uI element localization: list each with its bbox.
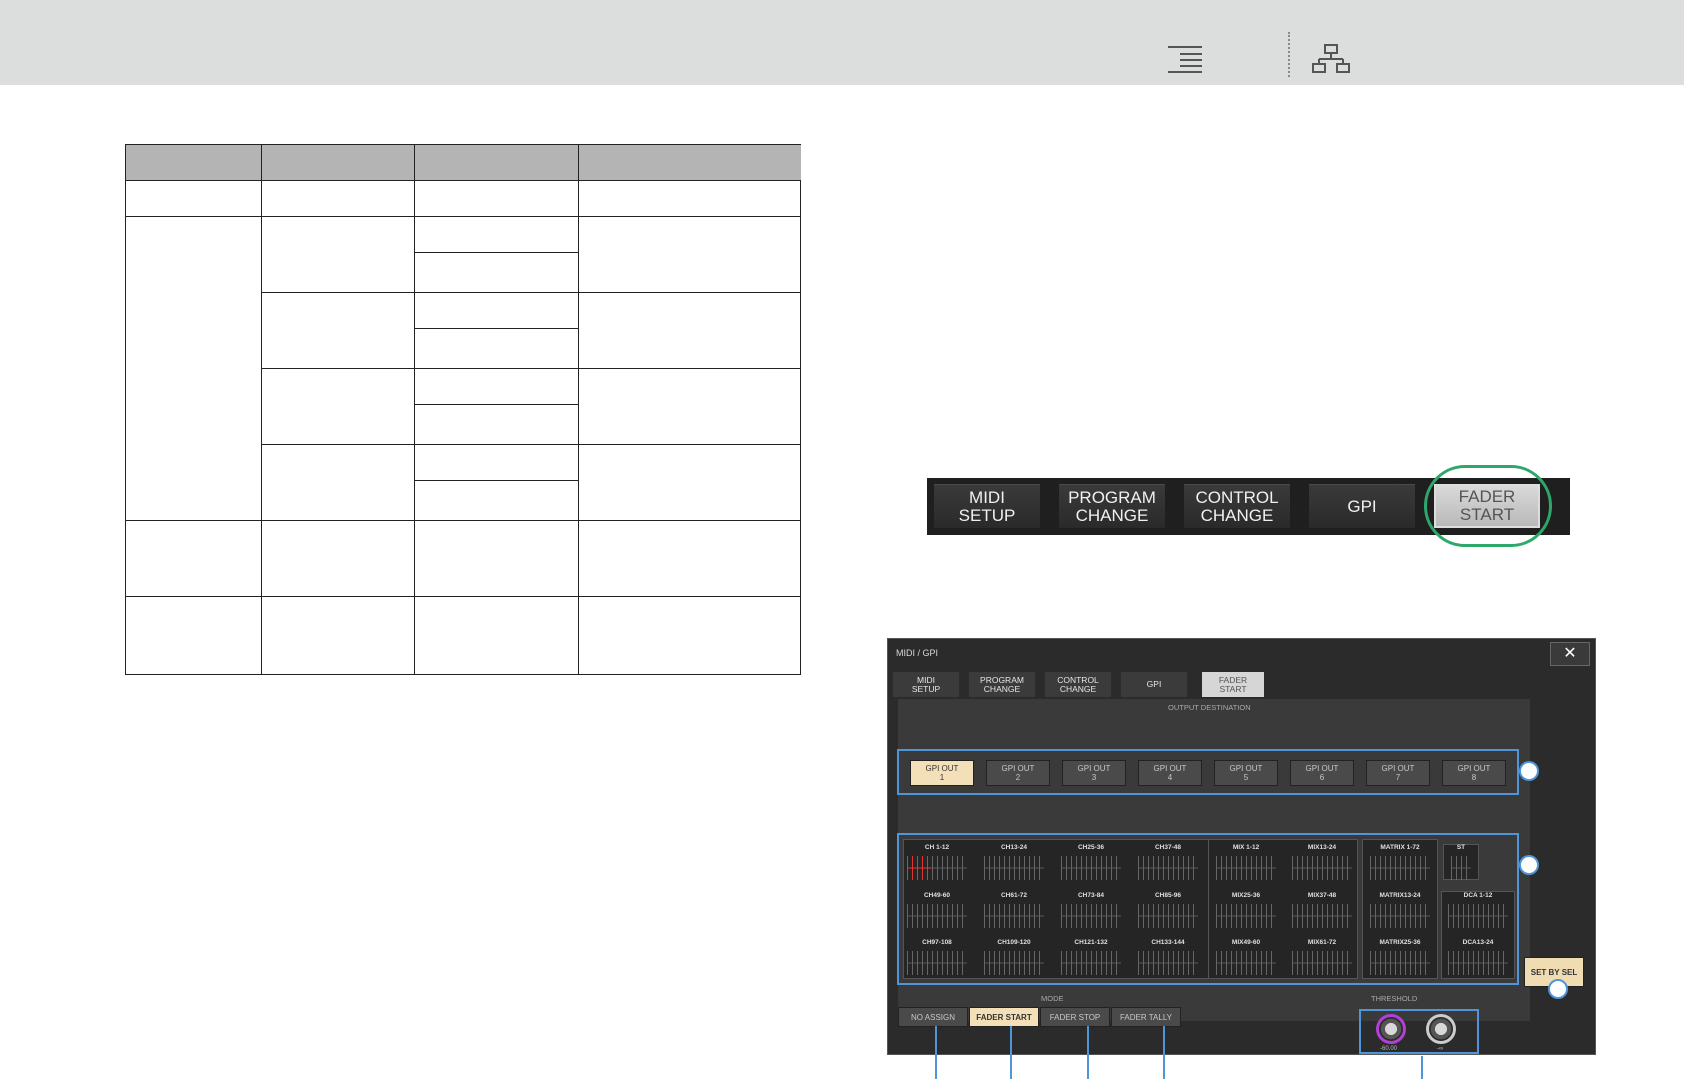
table-cell: [415, 217, 579, 253]
table-header-cell: [126, 145, 262, 181]
tab-program-change[interactable]: PROGRAM CHANGE: [1059, 484, 1165, 528]
table-cell: [262, 369, 415, 445]
callout-line-threshold: [1421, 1056, 1423, 1079]
mode-label: MODE: [1041, 994, 1064, 1003]
table-cell: [415, 369, 579, 405]
midi-gpi-window: MIDI / GPI ✕ MIDI SETUP PROGRAM CHANGE C…: [887, 638, 1596, 1055]
table-cell: [126, 597, 262, 674]
table-cell: [579, 217, 801, 293]
parameter-table: [125, 144, 801, 675]
table-cell: [262, 521, 415, 597]
tab-control-change[interactable]: CONTROL CHANGE: [1045, 672, 1111, 697]
tab-gpi[interactable]: GPI: [1121, 672, 1187, 697]
callout-channel-select: [1519, 855, 1539, 875]
channel-select-callout-frame: [897, 833, 1519, 985]
fader-stop-button[interactable]: FADER STOP: [1040, 1007, 1110, 1027]
table-cell: [579, 521, 801, 597]
table-cell: [415, 597, 579, 674]
table-cell: [415, 329, 579, 369]
callout-set-by-sel: [1548, 979, 1568, 999]
table-cell: [415, 521, 579, 597]
tab-fader-start[interactable]: FADER START: [1202, 672, 1264, 697]
table-cell: [262, 217, 415, 293]
threshold-label: THRESHOLD: [1371, 994, 1418, 1003]
table-header-cell: [415, 145, 579, 181]
tab-control-change[interactable]: CONTROL CHANGE: [1184, 484, 1290, 528]
callout-line-no-assign: [935, 1026, 937, 1079]
threshold-value-2: -∞: [1437, 1046, 1444, 1052]
callout-line-fader-tally: [1163, 1026, 1165, 1079]
window-title: MIDI / GPI: [896, 648, 939, 658]
tab-midi-setup[interactable]: MIDI SETUP: [893, 672, 959, 697]
tab-gpi[interactable]: GPI: [1309, 484, 1415, 528]
table-cell: [262, 445, 415, 521]
table-cell: [415, 181, 579, 217]
header-divider: [1288, 32, 1290, 77]
callout-line-fader-stop: [1087, 1026, 1089, 1079]
output-destination-label: OUTPUT DESTINATION: [1168, 703, 1251, 712]
table-cell: [126, 217, 262, 521]
table-header-cell: [579, 145, 801, 181]
table-cell: [126, 521, 262, 597]
hierarchy-icon[interactable]: [1312, 44, 1350, 74]
threshold-knob-1[interactable]: [1376, 1014, 1406, 1044]
callout-line-fader-start: [1010, 1026, 1012, 1079]
table-cell: [579, 181, 801, 217]
threshold-knob-2[interactable]: [1426, 1014, 1456, 1044]
no-assign-button[interactable]: NO ASSIGN: [898, 1007, 968, 1027]
tab-program-change[interactable]: PROGRAM CHANGE: [969, 672, 1035, 697]
tab-highlight-circle: [1424, 465, 1552, 547]
fader-start-button[interactable]: FADER START: [969, 1007, 1039, 1027]
table-cell: [415, 445, 579, 481]
table-cell: [579, 369, 801, 445]
gpi-output-callout-frame: [897, 749, 1519, 795]
table-cell: [262, 597, 415, 674]
table-cell: [579, 293, 801, 369]
table-cell: [579, 445, 801, 521]
tab-midi-setup[interactable]: MIDI SETUP: [934, 484, 1040, 528]
table-of-contents-icon[interactable]: [1166, 44, 1202, 74]
fader-tally-button[interactable]: FADER TALLY: [1111, 1007, 1181, 1027]
table-cell: [415, 481, 579, 521]
table-cell: [262, 181, 415, 217]
table-cell: [415, 293, 579, 329]
table-cell: [579, 597, 801, 674]
close-button[interactable]: ✕: [1550, 642, 1590, 666]
page-header: [0, 0, 1684, 85]
table-cell: [415, 405, 579, 445]
table-cell: [415, 253, 579, 293]
callout-gpi-outputs: [1519, 761, 1539, 781]
table-header-cell: [262, 145, 415, 181]
table-cell: [126, 181, 262, 217]
table-cell: [262, 293, 415, 369]
threshold-value-1: -60.00: [1380, 1046, 1398, 1052]
